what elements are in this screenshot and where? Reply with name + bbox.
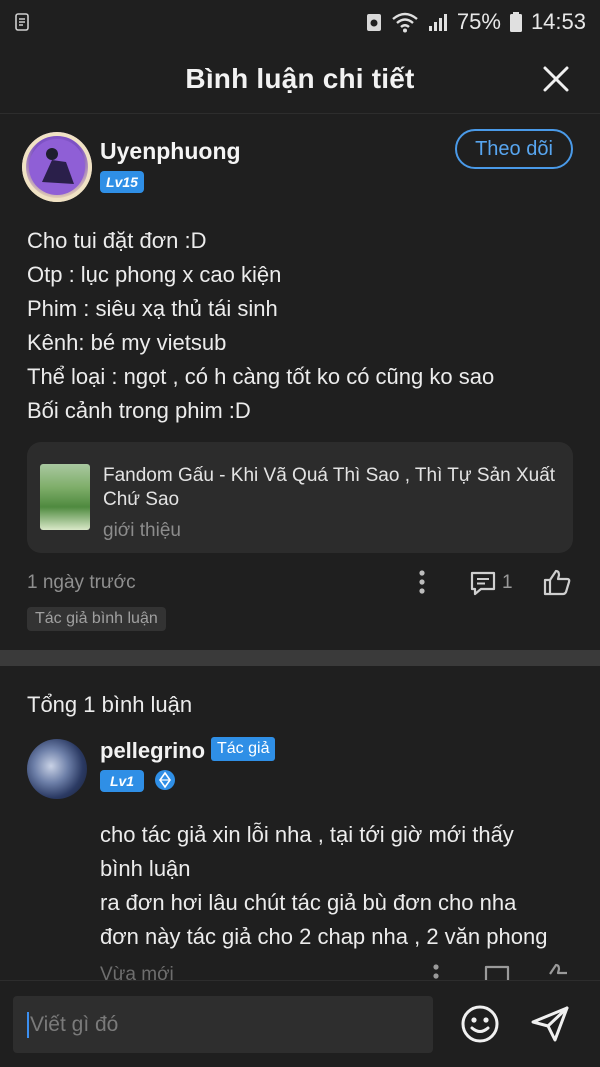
wifi-icon: [392, 12, 418, 33]
comment-input-placeholder: Viết gì đó: [30, 1012, 119, 1036]
comment-avatar[interactable]: [27, 739, 87, 799]
post-line: Phim : siêu xạ thủ tái sinh: [27, 296, 278, 321]
level-badge: Lv15: [100, 171, 144, 193]
book-card[interactable]: Fandom Gấu - Khi Vã Quá Thì Sao , Thì Tự…: [27, 442, 573, 553]
header: Bình luận chi tiết: [0, 44, 600, 114]
comments-section: Tổng 1 bình luận pellegrino Tác giả Lv1 …: [0, 666, 600, 980]
comment-line: đơn này tác giả cho 2 chap nha , 2 văn p…: [100, 924, 548, 949]
author-name[interactable]: Uyenphuong: [100, 138, 241, 165]
avatar-figure-icon: [22, 132, 92, 202]
emoji-icon[interactable]: [460, 1004, 500, 1044]
comment-icon[interactable]: [469, 570, 497, 596]
author-comment-tag: Tác giả bình luận: [27, 607, 166, 631]
section-divider: [0, 650, 600, 666]
avatar[interactable]: [22, 132, 92, 202]
verify-icon: [155, 770, 175, 790]
app-notification-icon: [15, 13, 29, 31]
status-left: [14, 11, 32, 33]
comment-like-icon[interactable]: [542, 962, 572, 980]
signal-icon: [428, 14, 447, 31]
post-line: Bối cảnh trong phim :D: [27, 398, 251, 423]
status-bar: 75% 14:53: [0, 0, 600, 44]
comment-count: 1: [502, 572, 513, 593]
battery-percent: 75%: [456, 9, 501, 34]
status-right: 75% 14:53: [365, 9, 586, 35]
comment-time: Vừa mới: [100, 964, 174, 980]
book-title: Fandom Gấu - Khi Vã Quá Thì Sao , Thì Tự…: [103, 465, 556, 510]
clock: 14:53: [530, 9, 586, 34]
book-subtitle: giới thiệu: [103, 520, 181, 541]
author-role-badge: Tác giả: [211, 737, 276, 761]
post-line: Kênh: bé my vietsub: [27, 330, 227, 355]
send-icon[interactable]: [529, 1004, 571, 1044]
post-content: Cho tui đặt đơn :D Otp : lục phong x cao…: [27, 224, 577, 428]
comment-content: cho tác giả xin lỗi nha , tại tới giờ mớ…: [100, 818, 580, 954]
post-line: Otp : lục phong x cao kiện: [27, 262, 282, 287]
battery-icon: [509, 12, 522, 32]
comment-line: cho tác giả xin lỗi nha , tại tới giờ mớ…: [100, 822, 514, 847]
like-icon[interactable]: [542, 568, 572, 596]
comment-input[interactable]: Viết gì đó: [13, 996, 433, 1053]
recycle-icon: [366, 14, 381, 31]
post-meta: 1 ngày trước 1: [27, 568, 573, 598]
post-line: Thể loại : ngọt , có h càng tốt ko có cũ…: [27, 364, 495, 389]
comment-line: ra đơn hơi lâu chút tác giả bù đơn cho n…: [100, 890, 517, 915]
book-cover-image: [40, 464, 90, 530]
post-time: 1 ngày trước: [27, 572, 136, 593]
comments-total: Tổng 1 bình luận: [27, 692, 193, 717]
comment-composer: Viết gì đó: [0, 980, 600, 1067]
comment-level-badge: Lv1: [100, 770, 144, 792]
comment-author[interactable]: pellegrino: [100, 738, 205, 764]
follow-button[interactable]: Theo dõi: [455, 129, 573, 169]
text-caret: [27, 1011, 29, 1038]
comment-reply-icon[interactable]: [483, 964, 511, 980]
page-title: Bình luận chi tiết: [185, 62, 415, 94]
more-icon[interactable]: [415, 568, 429, 596]
post-line: Cho tui đặt đơn :D: [27, 228, 207, 253]
comment-more-icon[interactable]: [429, 962, 443, 980]
comment-meta: Vừa mới: [100, 962, 575, 980]
comment-line: bình luận: [100, 856, 191, 881]
close-icon[interactable]: [542, 65, 570, 93]
